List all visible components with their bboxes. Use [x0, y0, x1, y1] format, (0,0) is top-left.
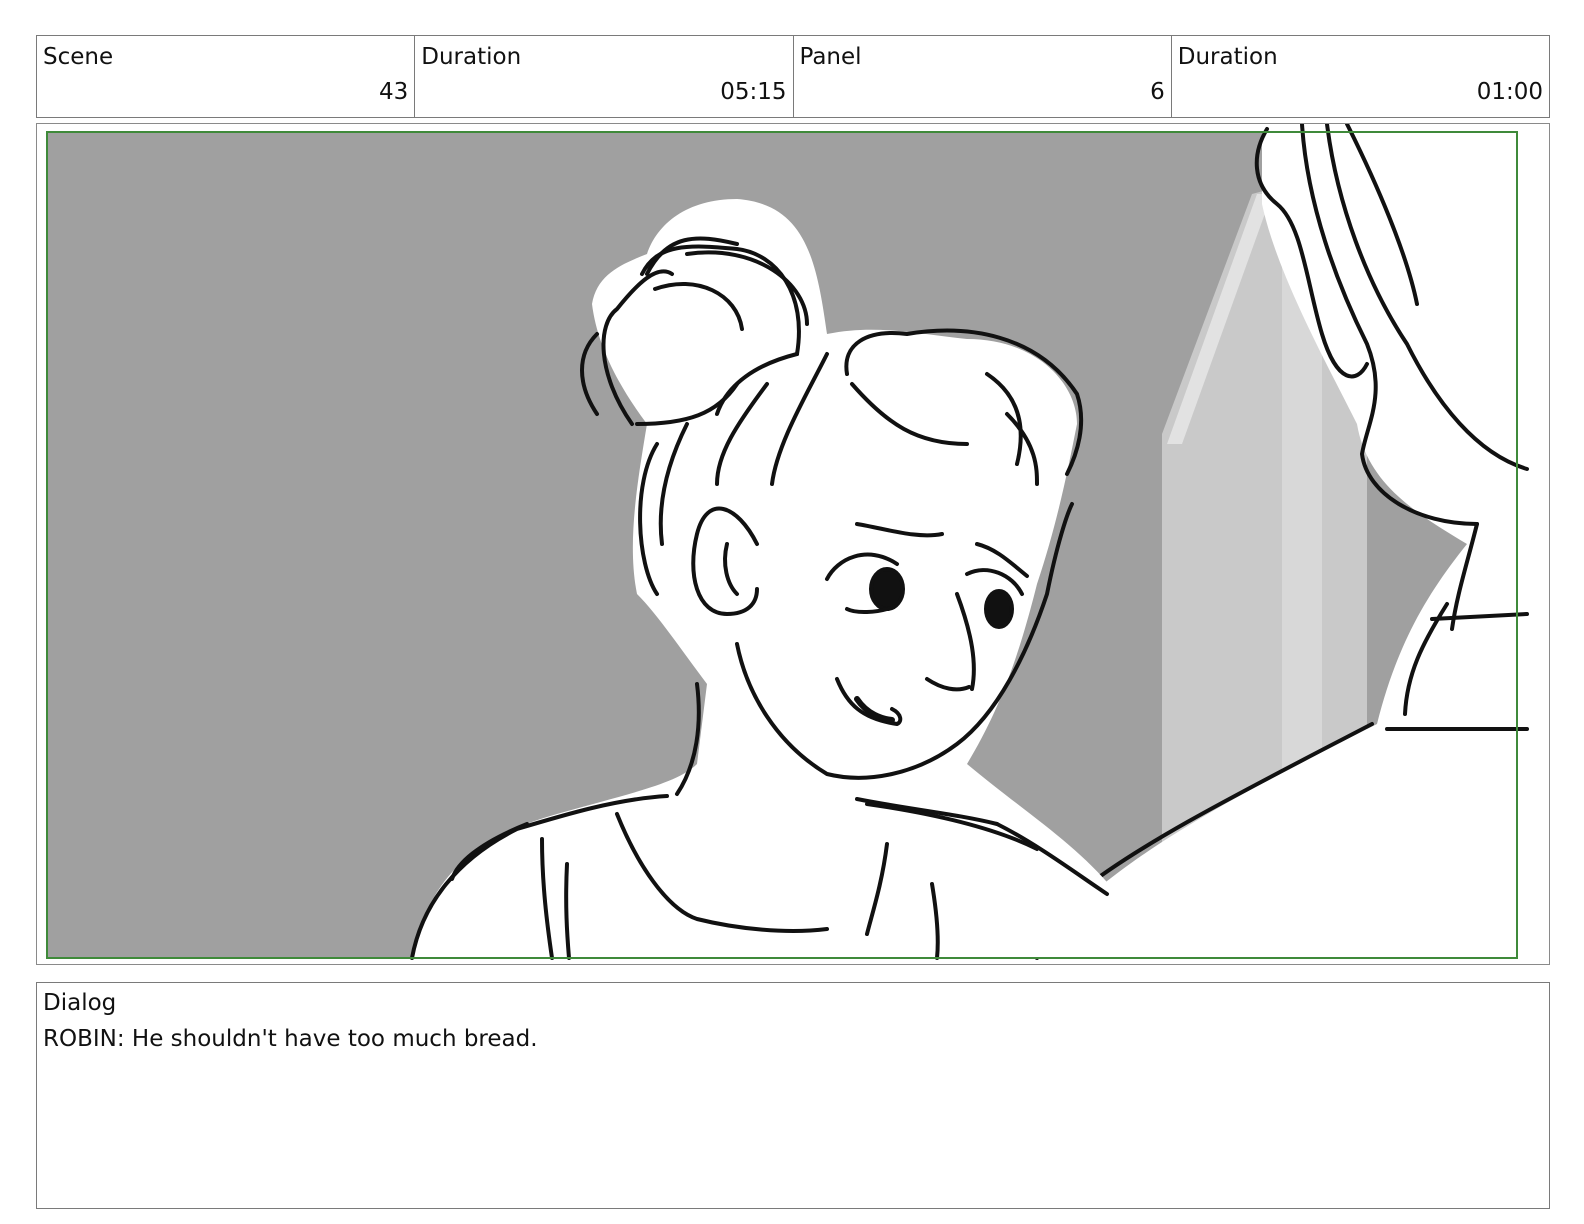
scene-duration-field: Duration 05:15: [415, 36, 794, 117]
panel-label: Panel: [799, 44, 862, 70]
scene-value: 43: [378, 79, 409, 105]
scene-field: Scene 43: [37, 36, 416, 117]
dialog-label: Dialog: [43, 990, 117, 1016]
dialog-text: ROBIN: He shouldn't have too much bread.: [43, 1026, 538, 1052]
storyboard-frame: [36, 123, 1550, 965]
panel-duration-value: 01:00: [1476, 79, 1543, 105]
panel-info-header: Scene 43 Duration 05:15 Panel 6 Duration…: [36, 35, 1550, 118]
dialog-box: Dialog ROBIN: He shouldn't have too much…: [36, 982, 1550, 1209]
panel-field: Panel 6: [794, 36, 1172, 117]
panel-value: 6: [1150, 79, 1165, 105]
storyboard-drawing: [46, 124, 1529, 960]
scene-duration-label: Duration: [421, 44, 522, 70]
panel-duration-field: Duration 01:00: [1172, 36, 1549, 117]
scene-label: Scene: [43, 44, 114, 70]
panel-duration-label: Duration: [1177, 44, 1278, 70]
scene-duration-value: 05:15: [720, 79, 787, 105]
